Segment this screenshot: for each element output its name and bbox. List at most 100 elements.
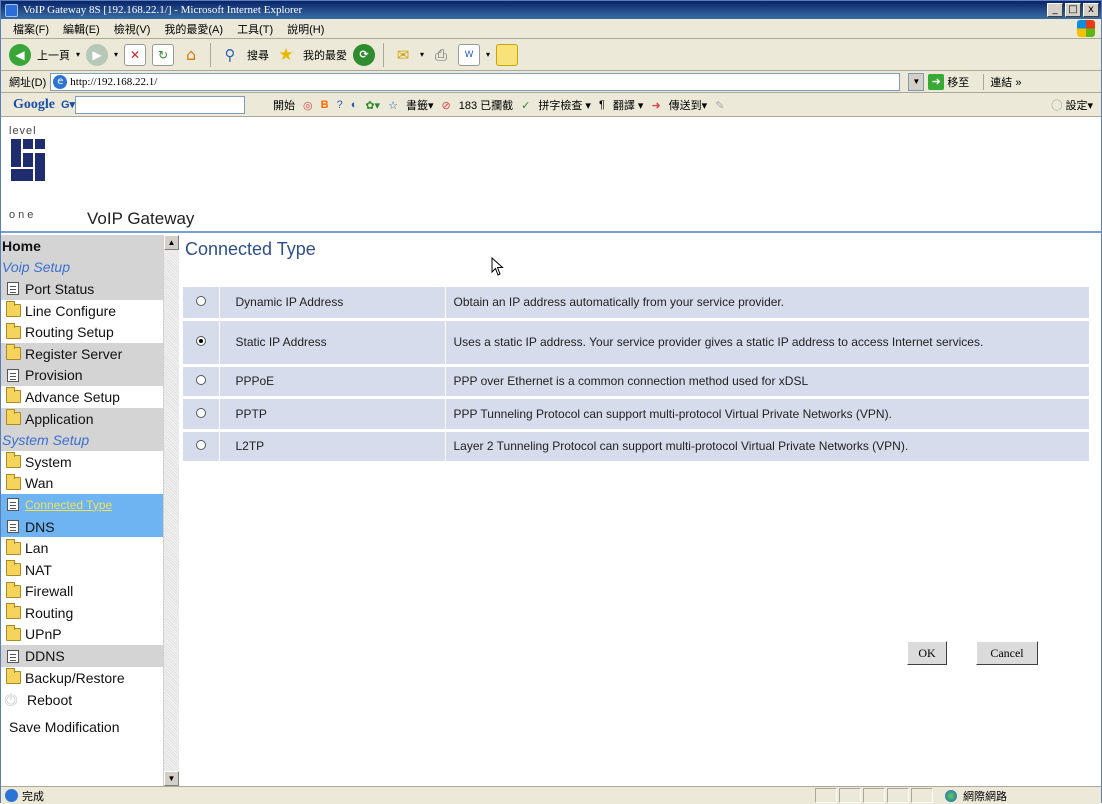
translate-button[interactable]: 翻譯 ▾ <box>613 97 644 113</box>
sidebar-item-reboot[interactable]: ⏻ Reboot <box>1 688 163 713</box>
sidebar-item-wan[interactable]: Wan <box>1 472 163 495</box>
sidebar-item-firewall[interactable]: Firewall <box>1 580 163 603</box>
sidebar-scrollbar[interactable]: ▲ ▼ <box>163 235 179 786</box>
ok-button[interactable]: OK <box>907 641 947 665</box>
open-folder-icon <box>6 473 21 490</box>
sidebar-item-routing-setup[interactable]: Routing Setup <box>1 321 163 343</box>
sidebar-item-dns[interactable]: DNS <box>1 515 163 538</box>
radio-pppoe[interactable] <box>195 375 206 385</box>
standard-toolbar: ◀ 上一頁 ▾ ▶ ▾ ✕ ↻ ⌂ ⚲ 搜尋 ★ 我的最愛 ⟳ ✉ ▾ ⎙ W … <box>1 39 1101 71</box>
radio-l2tp[interactable] <box>195 440 206 450</box>
scroll-up-icon[interactable]: ▲ <box>164 235 179 250</box>
address-dropdown-icon[interactable]: ▼ <box>908 72 925 91</box>
search-icon[interactable]: ⚲ <box>219 44 241 66</box>
menu-view[interactable]: 檢視(V) <box>114 21 151 37</box>
maximize-button[interactable]: □ <box>1065 3 1081 17</box>
sidebar-item-ddns[interactable]: DDNS <box>1 645 163 667</box>
sidebar-item-upnp[interactable]: UPnP <box>1 623 163 646</box>
blogger-icon[interactable]: B <box>321 99 329 111</box>
sidebar-item-connected-type[interactable]: Connected Type <box>1 494 163 516</box>
print-icon[interactable]: ⎙ <box>430 44 452 66</box>
sidebar-item-backup-restore[interactable]: Backup/Restore <box>1 666 163 689</box>
document-icon <box>7 368 19 382</box>
page-rank-icon[interactable]: ◐ <box>351 99 358 111</box>
sidebar-item-save-modification[interactable]: Save Modification <box>1 712 163 743</box>
sidebar-item-port-status[interactable]: Port Status <box>1 278 163 300</box>
google-logo[interactable]: Google <box>13 97 55 113</box>
google-start-button[interactable]: 開始 <box>273 97 295 113</box>
mail-dropdown-icon[interactable]: ▾ <box>420 50 424 59</box>
sidebar-item-nat[interactable]: NAT <box>1 558 163 581</box>
send-to-button[interactable]: 傳送到▾ <box>669 97 708 113</box>
product-title: VoIP Gateway <box>87 209 195 228</box>
pencil-icon[interactable]: ✎ <box>715 99 724 112</box>
bookmarks-button[interactable]: 書籤▾ <box>406 97 434 113</box>
sidebar-item-routing[interactable]: Routing <box>1 602 163 624</box>
back-button-label[interactable]: 上一頁 <box>37 47 70 63</box>
toolbar-separator <box>383 42 385 67</box>
back-arrow-icon[interactable]: ◀ <box>9 43 31 66</box>
edit-dropdown-icon[interactable]: ▾ <box>486 50 490 59</box>
stop-icon[interactable]: ✕ <box>124 43 147 66</box>
popup-blocked-count[interactable]: 183 已攔截 <box>459 97 513 113</box>
radio-static-ip[interactable] <box>195 336 206 346</box>
window-controls: _ □ x <box>1047 3 1099 17</box>
folder-icon <box>6 409 21 426</box>
forward-dropdown-icon[interactable]: ▾ <box>114 50 118 59</box>
translate-icon[interactable]: ¶ <box>599 99 605 111</box>
favorites-button-label[interactable]: 我的最愛 <box>303 47 347 63</box>
sidebar-item-advance-setup[interactable]: Advance Setup <box>1 386 163 408</box>
address-input[interactable]: e http://192.168.22.1/ <box>50 72 901 91</box>
menu-help[interactable]: 說明(H) <box>287 21 324 37</box>
folder-icon <box>6 452 21 469</box>
scroll-down-icon[interactable]: ▼ <box>164 771 179 786</box>
news-icon[interactable]: ✿▾ <box>365 99 380 112</box>
minimize-button[interactable]: _ <box>1047 3 1063 17</box>
radio-dynamic-ip[interactable] <box>195 296 206 307</box>
messenger-icon[interactable] <box>496 43 519 66</box>
sidebar-item-home[interactable]: Home <box>1 235 163 257</box>
logo-level-text: level <box>9 125 37 137</box>
search-button-label[interactable]: 搜尋 <box>247 47 269 63</box>
google-icon[interactable]: ◎ <box>303 99 313 112</box>
option-description: PPP over Ethernet is a common connection… <box>445 365 1089 399</box>
forward-arrow-icon[interactable]: ▶ <box>86 43 109 66</box>
sidebar-item-provision[interactable]: Provision <box>1 364 163 387</box>
google-settings[interactable]: ◯ 設定▾ <box>1051 97 1093 113</box>
sidebar-item-register-server[interactable]: Register Server <box>1 342 163 365</box>
home-icon[interactable]: ⌂ <box>180 44 202 66</box>
links-button[interactable]: 連結 » <box>983 73 1021 90</box>
sidebar-section-system-setup[interactable]: System Setup <box>1 429 163 451</box>
radio-pptp[interactable] <box>195 407 206 418</box>
spellcheck-icon[interactable]: ✓ <box>521 99 530 112</box>
menu-file[interactable]: 檔案(F) <box>13 21 49 37</box>
favorites-star-icon[interactable]: ★ <box>275 44 297 66</box>
address-label: 網址(D) <box>9 76 47 89</box>
back-dropdown-icon[interactable]: ▾ <box>76 50 80 59</box>
sidebar-item-line-configure[interactable]: Line Configure <box>1 299 163 322</box>
bookmark-star-icon[interactable]: ☆ <box>388 99 398 112</box>
sidebar-menu: Home Voip Setup Port Status Line Configu… <box>1 235 163 743</box>
send-to-icon[interactable]: ➜ <box>651 99 660 112</box>
sidebar-item-lan[interactable]: Lan <box>1 537 163 559</box>
menu-tools[interactable]: 工具(T) <box>237 21 273 37</box>
menu-edit[interactable]: 編輯(E) <box>63 21 100 37</box>
mail-icon[interactable]: ✉ <box>392 44 414 66</box>
close-button[interactable]: x <box>1083 3 1099 17</box>
sidebar-item-application[interactable]: Application <box>1 407 163 430</box>
popup-blocker-icon[interactable]: ⊘ <box>442 99 451 112</box>
document-icon <box>7 282 19 296</box>
spellcheck-button[interactable]: 拼字檢查 ▾ <box>538 97 591 113</box>
sidebar-section-voip-setup[interactable]: Voip Setup <box>1 256 163 279</box>
google-search-input[interactable] <box>75 95 246 114</box>
google-g-button[interactable]: G▾ <box>61 98 75 111</box>
go-button[interactable]: ➜ 移至 <box>928 73 969 90</box>
cancel-button[interactable]: Cancel <box>976 641 1038 665</box>
refresh-icon[interactable]: ↻ <box>152 43 175 66</box>
menu-favorites[interactable]: 我的最愛(A) <box>164 21 223 37</box>
edit-word-icon[interactable]: W <box>458 43 481 66</box>
folder-icon <box>6 560 21 577</box>
history-icon[interactable]: ⟳ <box>353 43 376 66</box>
sidebar-item-system[interactable]: System <box>1 450 163 473</box>
help-icon[interactable]: ? <box>337 99 343 111</box>
